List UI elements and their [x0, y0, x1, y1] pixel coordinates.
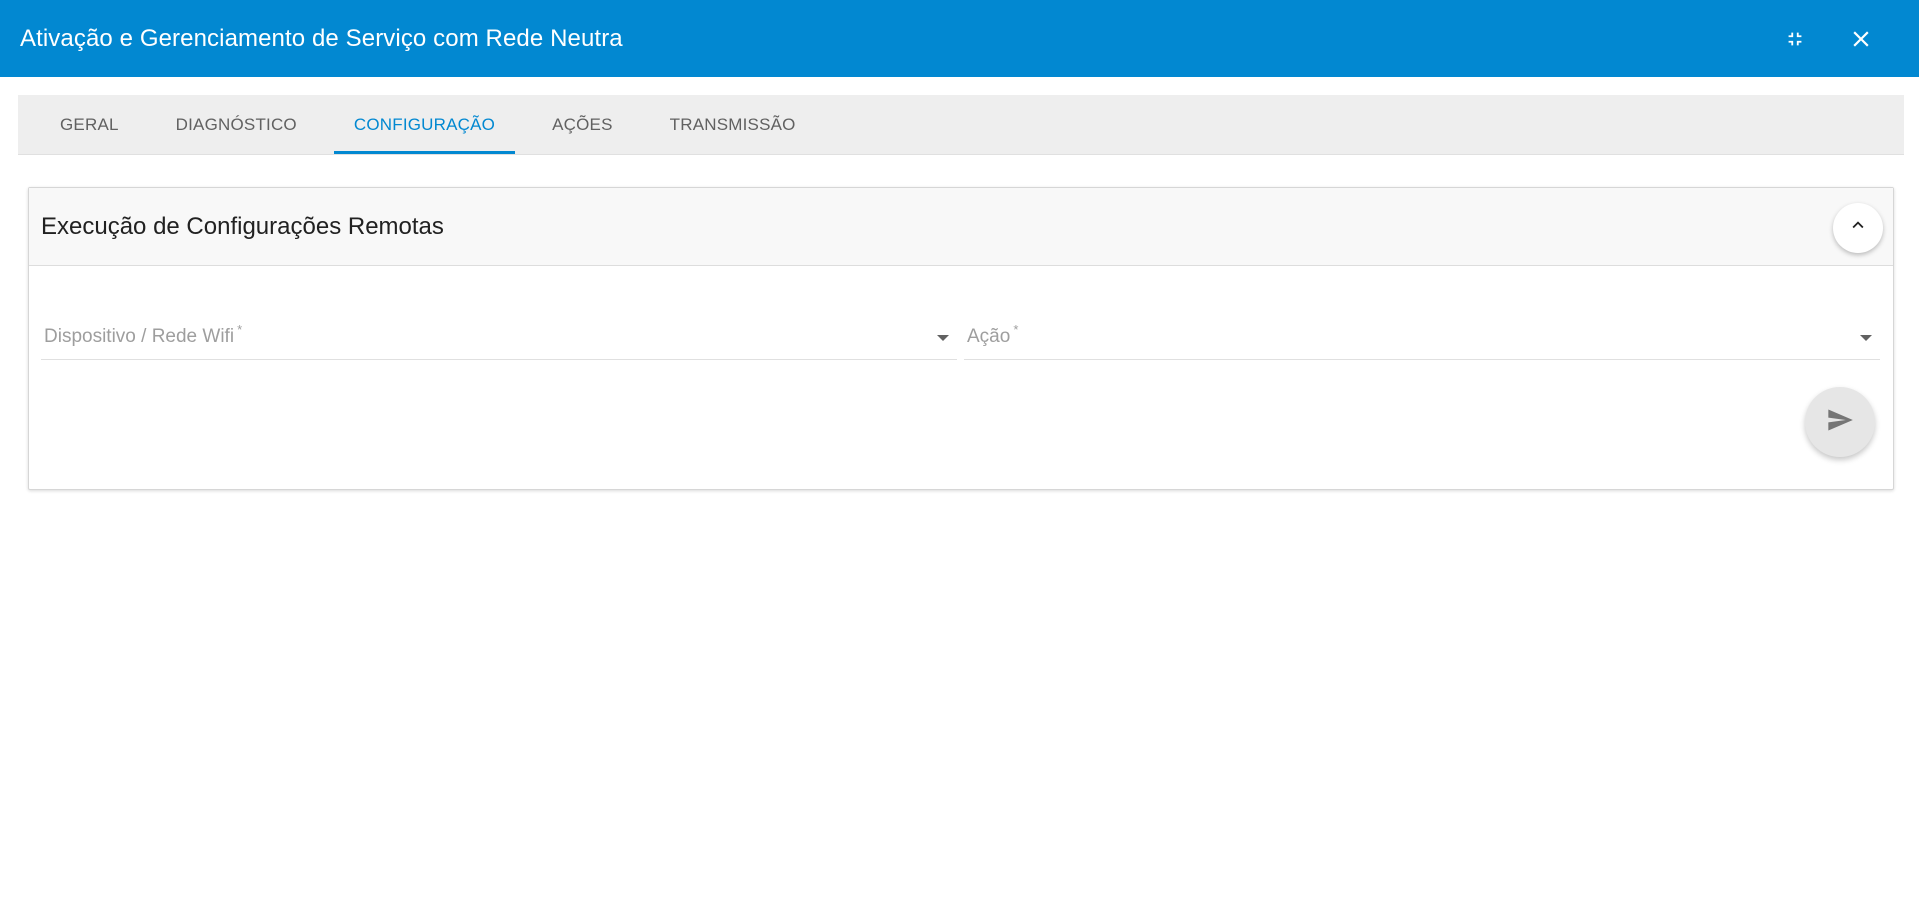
dialog-window: Ativação e Gerenciamento de Serviço com … — [0, 0, 1919, 906]
close-button[interactable] — [1841, 19, 1881, 59]
tab-configuracao[interactable]: CONFIGURAÇÃO — [333, 95, 516, 154]
dialog-header: Ativação e Gerenciamento de Serviço com … — [0, 0, 1919, 77]
close-icon — [1848, 26, 1874, 52]
action-select[interactable]: Ação * — [964, 314, 1880, 360]
minimize-button[interactable] — [1775, 19, 1815, 59]
fullscreen-exit-icon — [1784, 28, 1806, 50]
panel-header: Execução de Configurações Remotas — [29, 188, 1893, 266]
dialog-title: Ativação e Gerenciamento de Serviço com … — [20, 24, 623, 52]
action-select-label: Ação * — [967, 321, 1019, 347]
tab-diagnostico[interactable]: DIAGNÓSTICO — [156, 95, 317, 154]
panel-body: Dispositivo / Rede Wifi * Ação * — [29, 266, 1893, 490]
device-select[interactable]: Dispositivo / Rede Wifi * — [41, 314, 957, 360]
tab-acoes[interactable]: AÇÕES — [532, 95, 633, 154]
send-icon — [1826, 406, 1854, 439]
panel-title: Execução de Configurações Remotas — [41, 212, 444, 240]
dropdown-arrow-icon — [1860, 334, 1872, 341]
device-select-label: Dispositivo / Rede Wifi * — [44, 321, 243, 347]
send-button[interactable] — [1805, 387, 1875, 457]
tab-transmissao[interactable]: TRANSMISSÃO — [650, 95, 816, 154]
chevron-up-icon — [1847, 214, 1869, 241]
header-actions — [1775, 19, 1899, 59]
collapse-button[interactable] — [1833, 202, 1883, 253]
tab-bar: GERAL DIAGNÓSTICO CONFIGURAÇÃO AÇÕES TRA… — [18, 95, 1904, 155]
remote-config-panel: Execução de Configurações Remotas Dispos… — [28, 187, 1894, 490]
tab-geral[interactable]: GERAL — [40, 95, 139, 154]
dropdown-arrow-icon — [937, 334, 949, 341]
